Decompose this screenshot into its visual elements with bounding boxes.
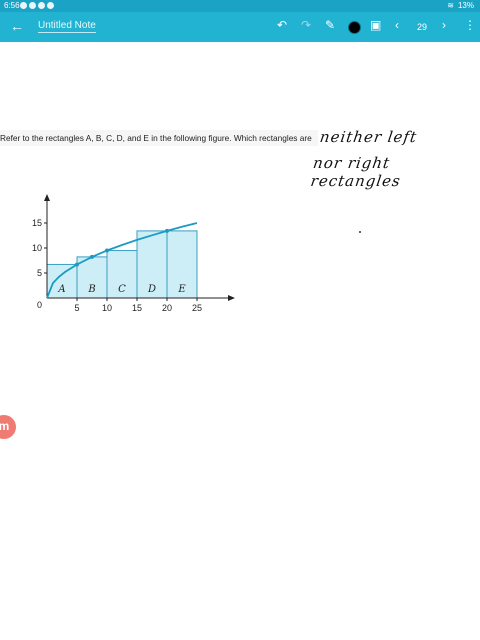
notification-icon xyxy=(47,2,54,9)
notification-icon xyxy=(38,2,45,9)
rectangle-label-a: A xyxy=(57,284,65,295)
image-icon[interactable]: ▣ xyxy=(370,18,381,32)
rectangle-label-b: B xyxy=(87,284,95,295)
more-options-icon[interactable]: ⋮ xyxy=(464,18,476,32)
x-tick-label: 10 xyxy=(102,303,112,313)
curve-point xyxy=(105,248,109,253)
notification-icon xyxy=(20,2,27,9)
y-tick-label: 15 xyxy=(32,218,42,228)
app-toolbar: ← Untitled Note ↶ ↷ ✎ ▣ ‹ › ⋮ xyxy=(0,12,480,42)
x-tick-label: 15 xyxy=(132,303,142,313)
pen-icon[interactable]: ✎ xyxy=(325,18,335,32)
notification-icons xyxy=(20,2,54,9)
rectangle-label-e: E xyxy=(177,284,186,295)
notification-icon xyxy=(29,2,36,9)
handwritten-answer-line1: neither left xyxy=(318,128,419,146)
origin-label: 0 xyxy=(37,300,42,310)
redo-icon[interactable]: ↷ xyxy=(301,18,311,32)
previous-page-icon[interactable]: ‹ xyxy=(395,18,399,32)
x-tick-label: 25 xyxy=(192,303,202,313)
y-tick-label: 5 xyxy=(37,268,42,278)
status-time: 6:56 xyxy=(4,1,20,10)
wifi-icon: ≋ xyxy=(447,1,454,10)
undo-icon[interactable]: ↶ xyxy=(277,18,287,32)
stray-ink-dot xyxy=(359,231,361,233)
x-axis-arrow xyxy=(228,295,235,301)
handwritten-answer-line2: nor right rectangles xyxy=(309,154,403,190)
battery-level: 13% xyxy=(457,1,474,10)
pen-color-swatch[interactable] xyxy=(348,21,361,34)
page-number: 29 xyxy=(417,22,428,32)
curve-point xyxy=(90,254,94,259)
brand-logo: m xyxy=(0,415,16,439)
curve-point xyxy=(165,228,169,233)
back-arrow-icon[interactable]: ← xyxy=(10,18,24,34)
status-right: ≋ 13% xyxy=(447,1,474,10)
next-page-icon[interactable]: › xyxy=(442,18,446,32)
y-axis-arrow xyxy=(44,194,50,201)
rectangle-label-d: D xyxy=(147,284,156,295)
x-tick-label: 5 xyxy=(74,303,79,313)
rectangle-label-c: C xyxy=(118,284,126,295)
curve-point xyxy=(75,262,79,267)
x-tick-label: 20 xyxy=(162,303,172,313)
note-title[interactable]: Untitled Note xyxy=(38,20,96,33)
status-bar: 6:56 ≋ 13% xyxy=(0,0,480,12)
y-tick-label: 10 xyxy=(32,243,42,253)
question-text: Refer to the rectangles A, B, C, D, and … xyxy=(0,130,318,146)
rectangles-chart: A B C D E 5 10 15 20 25 5 10 15 0 xyxy=(32,194,235,313)
